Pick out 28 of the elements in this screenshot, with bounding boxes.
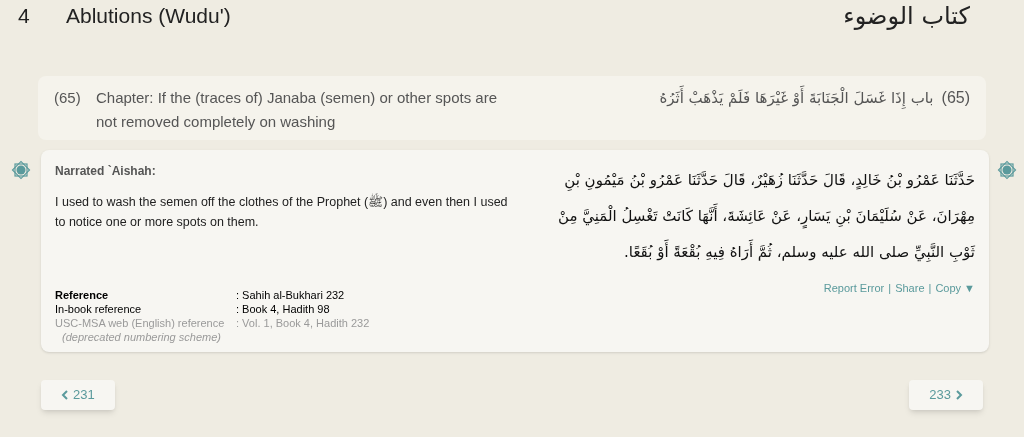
reference-value: : Vol. 1, Book 4, Hadith 232	[236, 316, 371, 331]
rosette-icon	[10, 160, 31, 180]
separator: |	[928, 281, 932, 296]
rosette-icon	[996, 160, 1017, 180]
action-link[interactable]: Report Error	[823, 280, 885, 297]
arabic-chapter-number: (65)	[941, 88, 970, 108]
arabic-hadith-text: حَدَّثَنَا عَمْرُو بْنُ خَالِدٍ، قَالَ حَدَّثَنَا زُهَيْرٌ، قَالَ حَدَّثَنَا عَمْرُو بْنُ مَيْمُونِ بْنِ مِهْرَانَ، عَنْ سُلَيْمَانَ بْنِ يَسَارٍ، عَنْ عَائِشَةَ، أَنَّهَا كَانَتْ تَغْسِلُ الْمَنِيَّ مِنْ ثَوْبِ النَّبِيِّ صلى الله عليه وسلم، ثُمَّ أَرَاهُ فِيهِ بُقْعَةً أَوْ بُقَعًا.	[557, 170, 975, 264]
deprecated-note: (deprecated numbering scheme)	[61, 330, 222, 344]
action-link[interactable]: Copy ▼	[935, 280, 975, 297]
chevron-right-icon	[955, 390, 963, 400]
reference-label: USC-MSA web (English) reference	[55, 316, 226, 330]
action-link[interactable]: Share	[895, 280, 925, 297]
book-title: Ablutions (Wudu')	[66, 3, 231, 30]
separator: |	[888, 281, 892, 296]
arabic-book-title: كتاب الوضوء	[843, 1, 970, 32]
narrator: Narrated `Aishah:	[55, 163, 157, 180]
reference-label: Reference	[55, 288, 110, 302]
chapter-number: (65)	[54, 88, 82, 108]
chapter-title: Chapter: If the (traces of) Janaba (semen) or other spots are not removed completely on washing	[96, 88, 499, 132]
reference-value: : Book 4, Hadith 98	[236, 302, 331, 316]
reference-value: : Sahih al-Bukhari 232	[236, 288, 346, 302]
arabic-chapter-title: باب إِذَا غَسَلَ الْجَنَابَةَ أَوْ غَيْرَهَا فَلَمْ يَذْهَبْ أَثَرُهُ	[659, 86, 934, 110]
book-number: 4	[18, 3, 31, 30]
reference-label: In-book reference	[55, 302, 143, 316]
next-button[interactable]: 233	[909, 380, 983, 410]
hadith-text: I used to wash the semen off the clothes of the Prophet (ﷺ) and even then I used to notice one or more spots on them.	[55, 192, 509, 231]
chevron-left-icon	[61, 390, 69, 400]
previous-button[interactable]: 231	[41, 380, 115, 410]
